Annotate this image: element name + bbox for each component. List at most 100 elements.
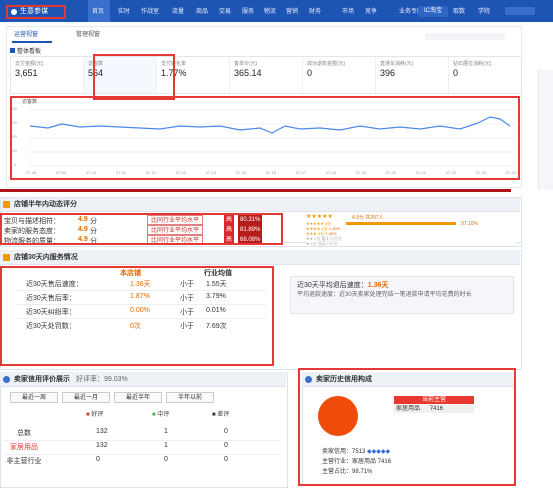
- review-neutral: 1: [164, 428, 168, 435]
- dsr-distribution: ★★★★★ 4.9分 共207人 ★★★★★ 5分 97.10% ★★★★ 4分…: [306, 213, 516, 246]
- service-icon: [3, 254, 10, 261]
- review-row: 总数 132 1 0: [4, 428, 280, 441]
- top-nav-bar: 首页 实时 作战室 流量 商品 交易 服务 物流 营销 财务 市场 竞争 业务专…: [0, 0, 553, 22]
- metric-value: 396: [380, 68, 396, 78]
- review-neutral: 1: [164, 442, 168, 449]
- service-title: 店铺30天内服务情况: [14, 254, 78, 261]
- rate-label: 好评率：: [76, 376, 104, 383]
- pie-slice-main: [318, 396, 358, 436]
- review-row: 非主营行业 0 0 0: [4, 456, 280, 468]
- reviews-title: 卖家信用评价展示: [14, 376, 70, 383]
- nav-realtime[interactable]: 实时: [118, 6, 130, 15]
- nav-finance[interactable]: 财务: [309, 6, 321, 15]
- dsr-header: 店铺半年内动态评分: [0, 197, 520, 212]
- side-title: 近30天平均退后速度：: [297, 282, 368, 289]
- main-row: 主营行业：家居用品 7416: [322, 456, 391, 465]
- rate-value: 99.03%: [104, 376, 128, 383]
- user-menu[interactable]: [505, 7, 535, 15]
- col-bad: ■ 差评: [212, 409, 229, 418]
- bad-icon: ■: [212, 412, 216, 418]
- history-pie-chart: [318, 396, 358, 436]
- nav-products[interactable]: 商品: [196, 6, 208, 15]
- highlight-service-box: [0, 266, 274, 366]
- diamond-icon: ◆◆◆◆◆: [367, 449, 391, 455]
- share-value: 98.71%: [352, 469, 373, 475]
- main-label: 主营行业：: [322, 459, 353, 465]
- dist-pct: 97.10%: [461, 221, 478, 227]
- nav-home[interactable]: 首页: [92, 6, 104, 15]
- review-label: 非主营行业: [6, 458, 42, 465]
- metric-title: 支付金额(元): [15, 61, 44, 67]
- metric-ztc[interactable]: 直通车消耗(元) 396: [376, 57, 449, 93]
- overview-title-text: 整体看板: [17, 49, 42, 55]
- good-icon: ■: [86, 412, 90, 418]
- metrics-strip: 支付金额(元) 3,651 访客数 564 支付转化率 1.77% 客单价(元) 365…: [10, 56, 522, 94]
- review-row: 家居用品 132 1 0: [4, 442, 280, 455]
- dsr-icon: [3, 201, 10, 208]
- metric-refund[interactable]: 成功退款金额(元) 0: [303, 57, 376, 93]
- metric-value: 0: [453, 68, 459, 78]
- nav-data[interactable]: 取数: [453, 6, 465, 15]
- dsr-title: 店铺半年内动态评分: [14, 201, 77, 208]
- review-good: 132: [96, 442, 108, 449]
- period-halfyear-button[interactable]: 最近半年: [114, 392, 162, 403]
- service-side-note: 近30天平均退后速度：1.36天 平均退款速度：近30天卖家处理完结一笔退款申请…: [290, 276, 514, 314]
- review-good: 132: [96, 428, 108, 435]
- review-bad: 0: [224, 428, 228, 435]
- dist-row: ★ 1分 暂无人打分: [306, 241, 339, 246]
- metric-title: 客单价(元): [234, 61, 258, 67]
- period-week-button[interactable]: 最近一周: [10, 392, 58, 403]
- service-header: 店铺30天内服务情况: [0, 250, 520, 265]
- dist-bar: [346, 222, 456, 225]
- stars-icon: ★★★★★: [306, 214, 333, 220]
- nav-traffic[interactable]: 流量: [172, 6, 184, 15]
- legend-item-label: 家居用品: [396, 406, 421, 412]
- metric-payment[interactable]: 支付金额(元) 3,651: [11, 57, 84, 93]
- metric-value: 0: [307, 68, 313, 78]
- brand-logo[interactable]: 生意参谋: [6, 5, 66, 19]
- nav-trade[interactable]: 交易: [219, 6, 231, 15]
- period-tabs: 最近一周 最近一月 最近半年 半年以前: [10, 392, 214, 403]
- col-bad-label: 差评: [217, 412, 230, 418]
- col-good-label: 好评: [91, 412, 104, 418]
- nav-academy[interactable]: 学院: [478, 6, 490, 15]
- share-label: 主营占比：: [322, 469, 353, 475]
- nav-warroom[interactable]: 作战室: [141, 6, 159, 15]
- side-desc: 平均退款速度：近30天卖家处理完结一笔退款申请平均花费的时长: [297, 292, 472, 298]
- overview-title: 整体看板: [10, 46, 41, 55]
- tab-operation-view[interactable]: 运营视窗: [12, 30, 52, 43]
- section-divider: [0, 189, 511, 192]
- nav-market[interactable]: 市场: [342, 6, 354, 15]
- tab-operation-label: 运营视窗: [14, 32, 39, 38]
- col-neutral: ■ 中评: [152, 409, 169, 418]
- brand-name: 生意参谋: [20, 8, 48, 15]
- side-title-row: 近30天平均退后速度：1.36天: [297, 280, 388, 290]
- reviews-icon: [3, 376, 10, 383]
- share-row: 主营占比：98.71%: [322, 466, 372, 475]
- date-selector[interactable]: [425, 33, 505, 40]
- legend-title: 当前主营: [394, 396, 474, 404]
- dist-pct: 暂无人打分: [318, 241, 339, 246]
- metric-title: 直通车消耗(元): [380, 61, 414, 67]
- tab-management-view[interactable]: 管理视窗: [76, 30, 100, 41]
- metric-value: 365.14: [234, 68, 262, 78]
- reviews-header: 卖家信用评价展示 好评率：99.03%: [0, 372, 286, 387]
- dsr-rows-block: 宝贝与描述相符： 4.9 分 比同行业平均水平 高 80.31% 卖家的服务态度…: [0, 213, 283, 245]
- nav-logistics[interactable]: 物流: [264, 6, 276, 15]
- metric-aov[interactable]: 客单价(元) 365.14: [230, 57, 303, 93]
- stars-summary: 4.9分 共207人: [352, 215, 384, 221]
- review-label: 家居用品: [10, 444, 38, 451]
- brand-pill: IC淘宝: [418, 6, 448, 17]
- right-side-tabs[interactable]: [538, 70, 553, 190]
- side-value: 1.36天: [367, 282, 389, 289]
- period-older-button[interactable]: 半年以前: [166, 392, 214, 403]
- period-month-button[interactable]: 最近一月: [62, 392, 110, 403]
- review-label: 总数: [17, 430, 31, 437]
- highlight-dsr-box: [0, 213, 283, 245]
- highlight-chart-box: [10, 96, 520, 180]
- metric-diamond[interactable]: 钻石展位消耗(元) 0: [449, 57, 521, 93]
- nav-marketing[interactable]: 营销: [286, 6, 298, 15]
- legend-item-value: 7416: [429, 406, 444, 412]
- nav-service[interactable]: 服务: [242, 6, 254, 15]
- nav-competition[interactable]: 竞争: [365, 6, 377, 15]
